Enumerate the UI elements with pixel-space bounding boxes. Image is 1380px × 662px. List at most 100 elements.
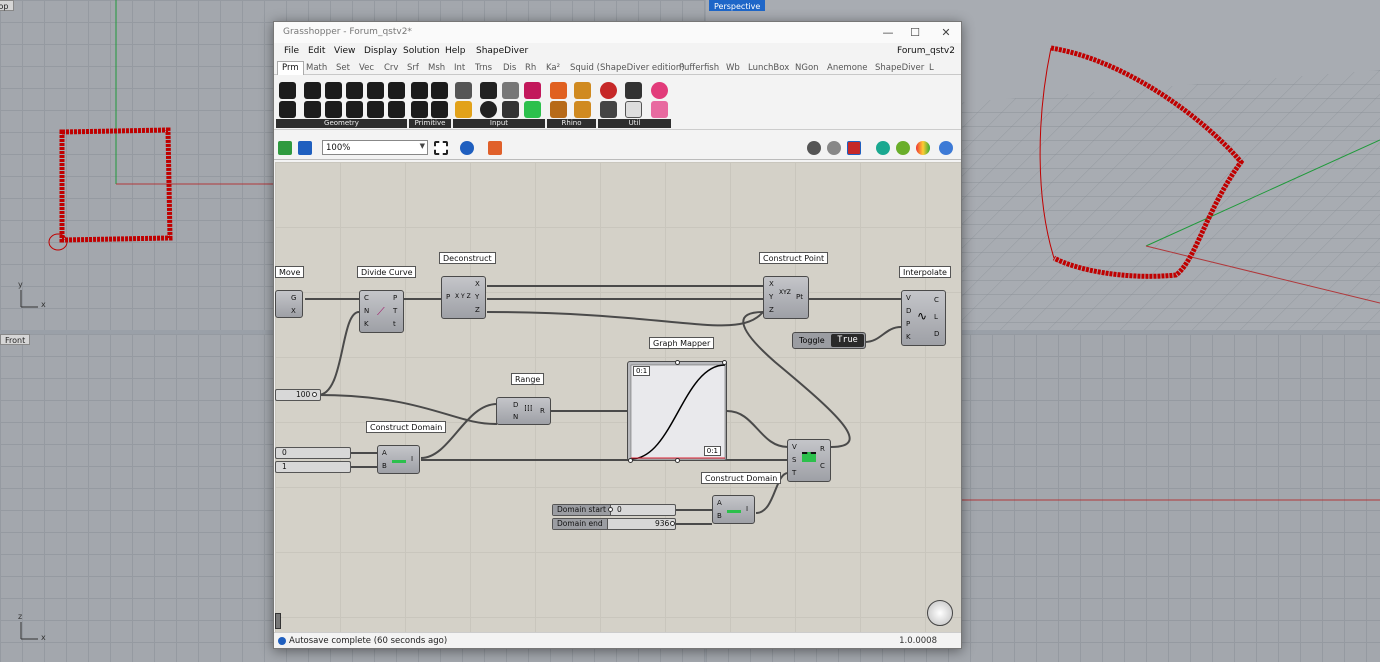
ribbon-label-util[interactable]: Util (598, 119, 671, 128)
brush-icon[interactable] (488, 141, 502, 155)
preview-wire-icon[interactable] (807, 141, 821, 155)
divide-output-tt[interactable]: t (393, 320, 396, 328)
move-component[interactable]: G X (275, 290, 303, 318)
graph-grip-bottom[interactable] (675, 458, 680, 463)
geometry-icon-5[interactable] (367, 82, 384, 99)
tree-icon[interactable] (600, 101, 617, 118)
geometry-icon-10[interactable] (346, 101, 363, 118)
grasshopper-window[interactable]: Grasshopper - Forum_qstv2* — ☐ ✕ File Ed… (273, 21, 962, 649)
arrow-outline-icon[interactable] (625, 101, 642, 118)
zoom-select[interactable]: 100% ▼ (322, 140, 428, 155)
arrow-right-icon[interactable] (625, 82, 642, 99)
input-icon-7[interactable] (502, 101, 519, 118)
grasshopper-canvas[interactable]: Move G X Divide Curve C N K ⟋ P T t Deco… (275, 162, 961, 633)
ribbon-label-primitive[interactable]: Primitive (409, 119, 451, 128)
top-viewport-label[interactable]: Top (0, 0, 14, 11)
construct-domain-1-component[interactable]: A B I (377, 445, 420, 474)
ribbon-label-input[interactable]: Input (453, 119, 545, 128)
remap-input-v[interactable]: V (792, 443, 797, 451)
scroll-handle[interactable] (275, 613, 281, 629)
graph-grip-top[interactable] (675, 360, 680, 365)
domain2-input-a[interactable]: A (717, 499, 722, 507)
interpolate-component[interactable]: V D P K ∿ C L D (901, 290, 946, 346)
toggle-value[interactable]: True (831, 334, 864, 347)
bake-icon[interactable] (876, 141, 890, 155)
tab-pufferfish[interactable]: Pufferfish (679, 63, 719, 73)
tab-vec[interactable]: Vec (359, 63, 374, 73)
domain-end-slider[interactable]: Domain end 936 (552, 518, 676, 530)
deconstruct-output-z[interactable]: Z (475, 306, 480, 314)
primitive-icon-2[interactable] (431, 82, 448, 99)
geometry-icon-12[interactable] (388, 101, 405, 118)
interpolate-output-c[interactable]: C (934, 296, 939, 304)
input-icon-1[interactable] (455, 82, 472, 99)
domain-a-slider[interactable]: 0 (275, 447, 351, 459)
minimize-button[interactable]: — (880, 26, 896, 40)
remap-input-t[interactable]: T (792, 469, 796, 477)
menu-solution[interactable]: Solution (403, 46, 440, 56)
divide-output-p[interactable]: P (393, 294, 397, 302)
domain1-output-i[interactable]: I (411, 455, 413, 463)
range-output-r[interactable]: R (540, 407, 545, 415)
input-icon-8[interactable] (524, 101, 541, 118)
deconstruct-output-x[interactable]: X (475, 280, 480, 288)
preview-selected-icon[interactable] (847, 141, 861, 155)
remap-output-c[interactable]: C (820, 462, 825, 470)
interpolate-input-k[interactable]: K (906, 333, 911, 341)
input-icon-3[interactable] (502, 82, 519, 99)
graph-mapper-component[interactable]: 0:1 0:1 (627, 360, 727, 463)
input-icon-4[interactable] (524, 82, 541, 99)
count-slider[interactable]: 100 (275, 389, 321, 401)
geometry-icon-9[interactable] (325, 101, 342, 118)
tab-crv[interactable]: Crv (384, 63, 398, 73)
domain-end-grip[interactable] (670, 521, 675, 526)
geometry-icon-8[interactable] (304, 101, 321, 118)
beaker-icon[interactable] (651, 101, 668, 118)
move-output-x[interactable]: X (291, 307, 296, 315)
display-mode-icon[interactable] (939, 141, 953, 155)
geometry-icon-6[interactable] (388, 82, 405, 99)
ribbon-label-geometry[interactable]: Geometry (276, 119, 407, 128)
interpolate-input-d[interactable]: D (906, 307, 911, 315)
construct-point-input-x[interactable]: X (769, 280, 774, 288)
tab-rh[interactable]: Rh (525, 63, 536, 73)
range-input-n[interactable]: N (513, 413, 518, 421)
construct-point-output-pt[interactable]: Pt (796, 293, 803, 301)
divide-output-t[interactable]: T (393, 307, 397, 315)
menu-shapediver[interactable]: ShapeDiver (476, 46, 528, 56)
front-viewport-label[interactable]: Front (0, 334, 31, 345)
geometry-icon-4[interactable] (346, 82, 363, 99)
open-file-icon[interactable] (278, 141, 292, 155)
domain-b-slider[interactable]: 1 (275, 461, 351, 473)
move-output-g[interactable]: G (291, 294, 296, 302)
cherry-icon[interactable] (600, 82, 617, 99)
deconstruct-component[interactable]: P X Y Z X Y Z (441, 276, 486, 319)
rhino-icon-4[interactable] (574, 101, 591, 118)
remap-output-r[interactable]: R (820, 445, 825, 453)
tab-int[interactable]: Int (454, 63, 465, 73)
tab-set[interactable]: Set (336, 63, 350, 73)
tab-ka2[interactable]: Ka² (546, 63, 560, 73)
remap-input-s[interactable]: S (792, 456, 796, 464)
toggle-component[interactable]: Toggle True (792, 332, 866, 349)
geometry-icon-3[interactable] (325, 82, 342, 99)
input-icon-5[interactable] (455, 101, 472, 118)
flask-icon[interactable] (651, 82, 668, 99)
tab-srf[interactable]: Srf (407, 63, 419, 73)
domain2-input-b[interactable]: B (717, 512, 722, 520)
construct-domain-2-component[interactable]: A B I (712, 495, 755, 524)
close-button[interactable]: ✕ (938, 26, 954, 40)
tab-l[interactable]: L (929, 63, 934, 73)
maximize-button[interactable]: ☐ (907, 26, 923, 40)
solver-icon[interactable] (896, 141, 910, 155)
divide-input-n[interactable]: N (364, 307, 369, 315)
input-icon-6[interactable] (480, 101, 497, 118)
geometry-icon-2[interactable] (304, 82, 321, 99)
range-component[interactable]: D N ⁞⁞⁞ R (496, 397, 551, 425)
divide-input-c[interactable]: C (364, 294, 369, 302)
range-input-d[interactable]: D (513, 401, 518, 409)
deconstruct-output-y[interactable]: Y (475, 293, 479, 301)
construct-point-input-y[interactable]: Y (769, 293, 773, 301)
geometry-icon-1[interactable] (279, 82, 296, 99)
tab-dis[interactable]: Dis (503, 63, 516, 73)
